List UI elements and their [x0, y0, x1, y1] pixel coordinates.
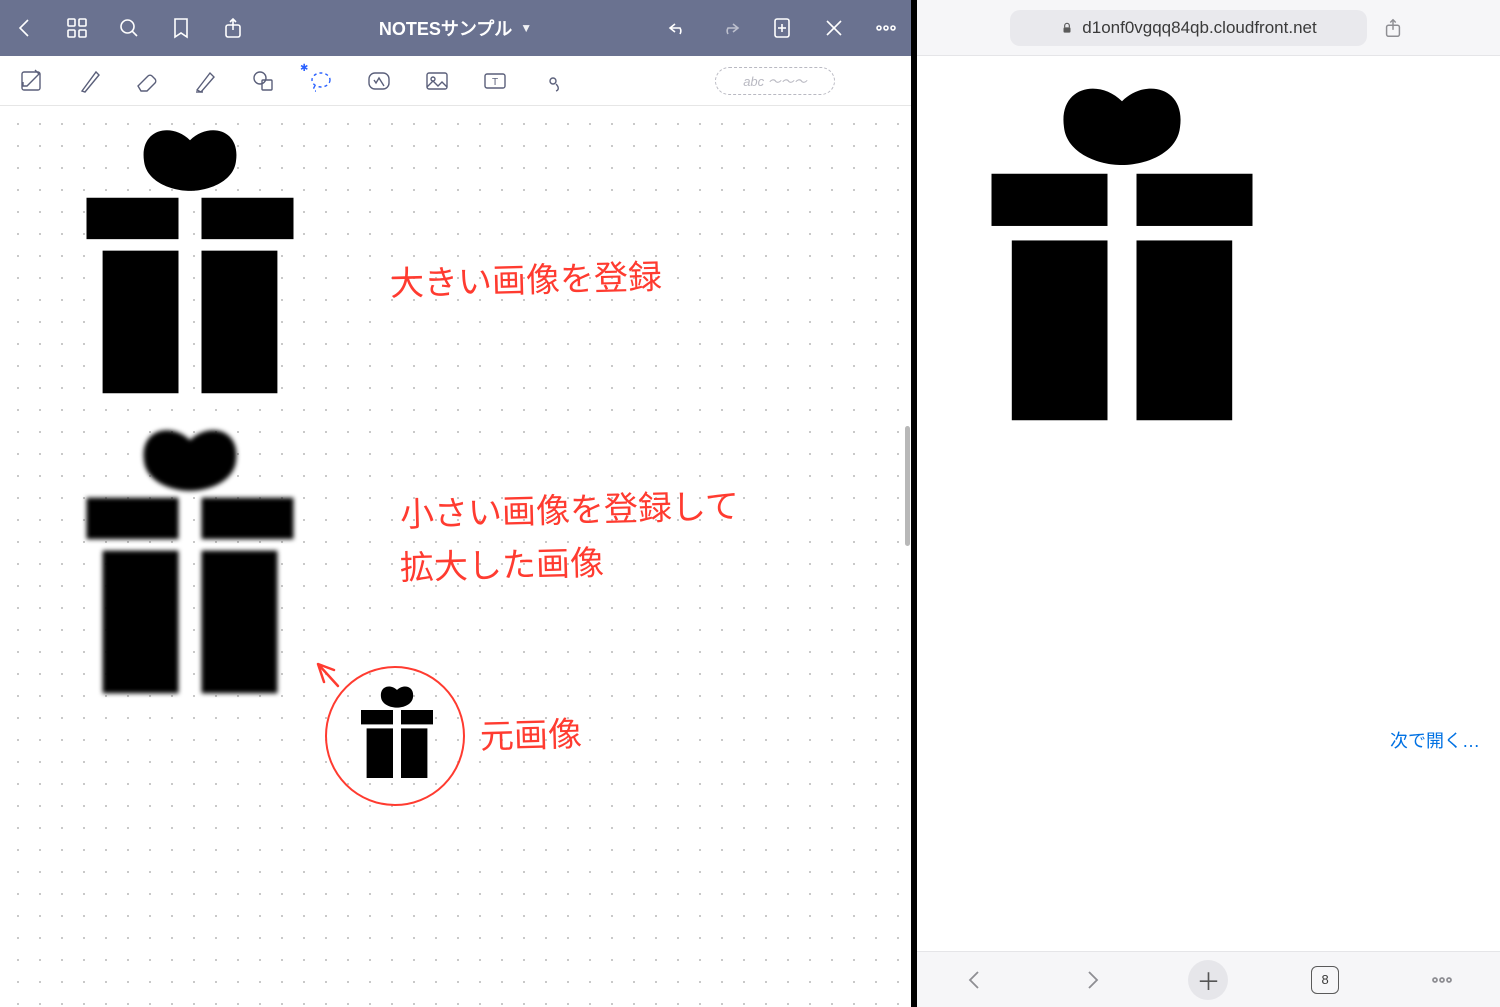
- safari-pane: d1onf0vgqq84qb.cloudfront.net 次で開く…: [917, 0, 1500, 1007]
- editor-toolbar: ✱ T abc ～～～: [0, 56, 911, 106]
- address-field[interactable]: d1onf0vgqq84qb.cloudfront.net: [1010, 10, 1366, 46]
- browser-new-tab-button[interactable]: ＋: [1188, 960, 1228, 1000]
- annotation-original-label: 元画像: [479, 710, 582, 764]
- lock-icon: [1060, 21, 1074, 35]
- canvas-scrollbar-thumb[interactable]: [905, 426, 910, 546]
- scribble-input[interactable]: abc ～～～: [715, 67, 835, 95]
- back-button[interactable]: [10, 13, 40, 43]
- gift-image-large[interactable]: [75, 126, 305, 396]
- plus-icon: ＋: [1188, 960, 1228, 1000]
- gift-image-scaled-blurry[interactable]: [75, 426, 305, 696]
- document-title[interactable]: NOTESサンプル ▼: [379, 15, 532, 41]
- search-button[interactable]: [114, 13, 144, 43]
- svg-text:T: T: [492, 77, 498, 88]
- annotation-scaled-line2: 拡大した画像: [399, 538, 604, 594]
- browser-content[interactable]: 次で開く…: [917, 56, 1500, 951]
- thumbnails-button[interactable]: [62, 13, 92, 43]
- app-topbar: NOTESサンプル ▼: [0, 0, 911, 56]
- lasso-tool[interactable]: ✱: [306, 66, 336, 96]
- annotation-circle-tail: [310, 656, 350, 696]
- browser-address-bar: d1onf0vgqq84qb.cloudfront.net: [917, 0, 1500, 56]
- bookmark-button[interactable]: [166, 13, 196, 43]
- highlighter-tool[interactable]: [190, 66, 220, 96]
- browser-bottom-toolbar: ＋ 8: [917, 951, 1500, 1007]
- pointer-tool[interactable]: [538, 66, 568, 96]
- gift-image-browser: [977, 86, 1267, 421]
- browser-back-button[interactable]: [955, 960, 995, 1000]
- pen-tool[interactable]: [74, 66, 104, 96]
- annotation-scaled-line1: 小さい画像を登録して: [399, 482, 739, 542]
- address-host: d1onf0vgqq84qb.cloudfront.net: [1082, 18, 1316, 38]
- browser-forward-button[interactable]: [1072, 960, 1112, 1000]
- scribble-placeholder: abc ～～～: [743, 71, 807, 90]
- stickers-tool[interactable]: [364, 66, 394, 96]
- undo-button[interactable]: [663, 13, 693, 43]
- shape-tool[interactable]: [248, 66, 278, 96]
- close-tool-button[interactable]: [819, 13, 849, 43]
- more-button[interactable]: [871, 13, 901, 43]
- bluetooth-icon: ✱: [300, 63, 308, 74]
- share-button[interactable]: [218, 13, 248, 43]
- notes-app-pane: NOTESサンプル ▼: [0, 0, 911, 1007]
- readonly-tool[interactable]: [16, 66, 46, 96]
- image-tool[interactable]: [422, 66, 452, 96]
- document-title-text: NOTESサンプル: [379, 15, 512, 41]
- note-canvas[interactable]: 大きい画像を登録 小さい画像を登録して 拡大した画像: [0, 106, 911, 1007]
- gift-image-original-small[interactable]: [357, 686, 437, 778]
- redo-button[interactable]: [715, 13, 745, 43]
- textbox-tool[interactable]: T: [480, 66, 510, 96]
- open-next-link[interactable]: 次で開く…: [1390, 727, 1480, 753]
- chevron-down-icon: ▼: [520, 21, 532, 35]
- tab-count-badge: 8: [1311, 966, 1339, 994]
- annotation-large-label: 大きい画像を登録: [389, 252, 662, 310]
- browser-more-button[interactable]: [1422, 960, 1462, 1000]
- browser-tabs-button[interactable]: 8: [1305, 960, 1345, 1000]
- eraser-tool[interactable]: [132, 66, 162, 96]
- browser-share-button[interactable]: [1379, 17, 1407, 39]
- add-page-button[interactable]: [767, 13, 797, 43]
